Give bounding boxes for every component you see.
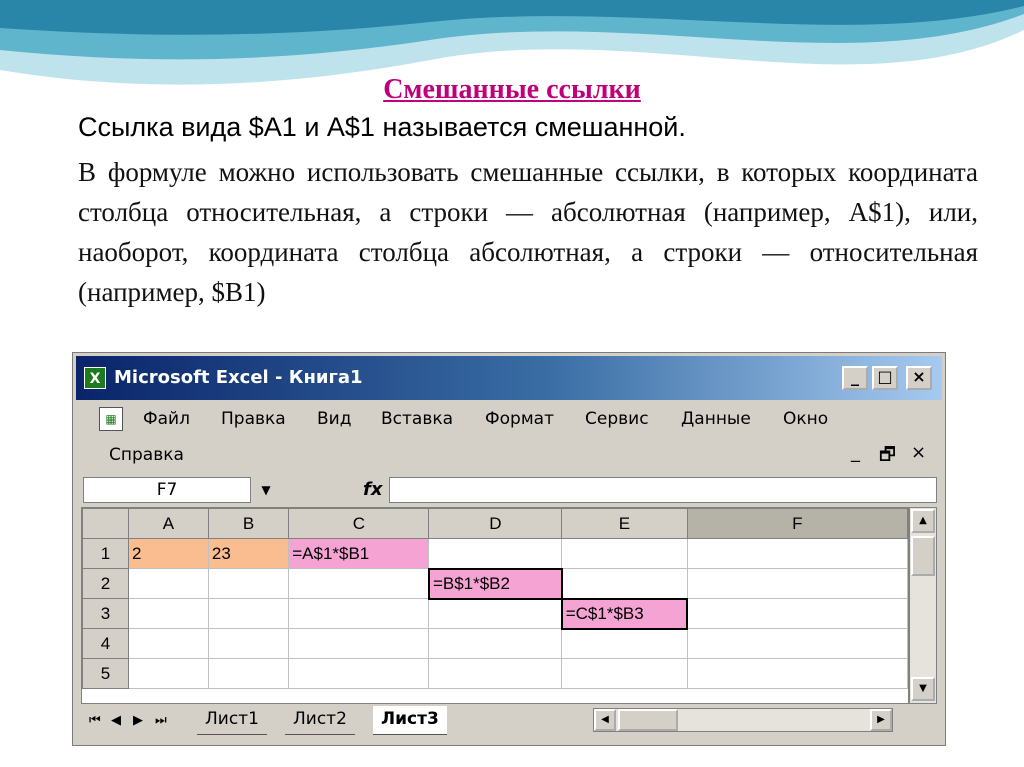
cell-d2[interactable]: =B$1*$B2 [427, 567, 563, 600]
mdi-restore-button[interactable]: 🗗 [879, 442, 896, 472]
cell-c2[interactable] [288, 568, 430, 599]
cell-d3[interactable] [428, 598, 563, 629]
vertical-scrollbar[interactable]: ▲ ▼ [909, 507, 937, 704]
column-header-a[interactable]: A [128, 508, 209, 539]
column-header-d[interactable]: D [428, 508, 563, 539]
tab-sheet2[interactable]: Лист2 [285, 706, 355, 735]
scroll-up-button[interactable]: ▲ [911, 509, 935, 533]
slide-paragraph: В формуле можно использовать смешанные с… [78, 157, 978, 307]
prev-sheet-button[interactable]: ◀ [111, 713, 121, 728]
minimize-button[interactable]: _ [842, 366, 868, 390]
row-header-3[interactable]: 3 [82, 598, 130, 629]
cell-e5[interactable] [561, 658, 688, 689]
cell-e2[interactable] [561, 568, 688, 599]
slide-title: Смешанные ссылки [383, 74, 641, 105]
sheet-tab-bar: ⏮ ◀ ▶ ⏭ Лист1 Лист2 Лист3 ◀ ▶ [81, 704, 937, 738]
title-bar[interactable]: X Microsoft Excel - Книга1 _ □ × [76, 356, 942, 400]
cell-c3[interactable] [288, 598, 430, 629]
cell-f3[interactable] [686, 598, 908, 629]
tab-sheet3[interactable]: Лист3 [373, 706, 447, 735]
row-header-1[interactable]: 1 [82, 538, 130, 569]
formula-input[interactable] [389, 477, 937, 503]
cell-d5[interactable] [428, 658, 563, 689]
next-sheet-button[interactable]: ▶ [133, 713, 143, 728]
menu-format[interactable]: Формат [485, 409, 554, 429]
menu-tools[interactable]: Сервис [585, 409, 649, 429]
close-button[interactable]: × [906, 366, 932, 390]
chevron-down-icon[interactable]: ▼ [255, 477, 277, 503]
cell-c4[interactable] [288, 628, 430, 659]
cell-d1[interactable] [428, 538, 563, 569]
tab-sheet1[interactable]: Лист1 [197, 706, 267, 735]
row-header-2[interactable]: 2 [82, 568, 130, 599]
cell-b2[interactable] [207, 568, 290, 599]
cell-a2[interactable] [128, 568, 209, 599]
column-header-e[interactable]: E [561, 508, 688, 539]
cell-e3[interactable]: =C$1*$B3 [560, 597, 689, 630]
cell-f5[interactable] [686, 658, 908, 689]
horizontal-scrollbar[interactable]: ◀ ▶ [593, 708, 893, 732]
mdi-minimize-button[interactable]: _ [851, 442, 860, 463]
sheet-grid: A B C D E F 1 2 23 =A$1*$B1 2 =B$1*$B2 3… [81, 507, 909, 704]
cell-c5[interactable] [288, 658, 430, 689]
excel-window: X Microsoft Excel - Книга1 _ □ × ▦ Файл … [72, 352, 946, 746]
menu-data[interactable]: Данные [681, 409, 751, 429]
maximize-button[interactable]: □ [872, 366, 898, 390]
cell-c1[interactable]: =A$1*$B1 [288, 538, 430, 569]
select-all-corner[interactable] [82, 508, 130, 539]
cell-b3[interactable] [207, 598, 290, 629]
cell-f1[interactable] [686, 538, 908, 569]
cell-a5[interactable] [128, 658, 209, 689]
scroll-left-button[interactable]: ◀ [594, 709, 616, 731]
menu-edit[interactable]: Правка [221, 409, 286, 429]
menu-file[interactable]: Файл [143, 409, 190, 429]
scroll-right-button[interactable]: ▶ [870, 709, 892, 731]
row-header-5[interactable]: 5 [82, 658, 130, 689]
menu-window[interactable]: Окно [783, 409, 828, 429]
sheet-table: A B C D E F 1 2 23 =A$1*$B1 2 =B$1*$B2 3… [82, 508, 908, 689]
menu-insert[interactable]: Вставка [381, 409, 453, 429]
last-sheet-button[interactable]: ⏭ [155, 713, 167, 728]
scroll-down-button[interactable]: ▼ [911, 677, 935, 701]
menu-bar: ▦ Файл Правка Вид Вставка Формат Сервис … [81, 403, 937, 481]
cell-a3[interactable] [128, 598, 209, 629]
scroll-thumb[interactable] [911, 536, 935, 576]
menu-help[interactable]: Справка [109, 445, 184, 465]
fx-icon[interactable]: fx [363, 477, 382, 503]
menu-view[interactable]: Вид [317, 409, 351, 429]
workbook-icon[interactable]: ▦ [99, 407, 123, 431]
column-header-f[interactable]: F [686, 508, 908, 539]
column-header-b[interactable]: B [207, 508, 290, 539]
cell-d4[interactable] [428, 628, 563, 659]
mdi-close-button[interactable]: × [911, 442, 926, 463]
cell-b1[interactable]: 23 [207, 538, 290, 569]
cell-a4[interactable] [128, 628, 209, 659]
cell-f2[interactable] [686, 568, 908, 599]
column-header-c[interactable]: C [288, 508, 430, 539]
cell-f4[interactable] [686, 628, 908, 659]
cell-e4[interactable] [561, 628, 688, 659]
window-title: Microsoft Excel - Книга1 [114, 367, 363, 388]
cell-e1[interactable] [561, 538, 688, 569]
hscroll-thumb[interactable] [618, 709, 678, 731]
name-box[interactable]: F7 [83, 477, 251, 503]
first-sheet-button[interactable]: ⏮ [89, 713, 101, 728]
excel-icon: X [84, 367, 106, 389]
slide-line1: Ссылка вида $A1 и A$1 называется смешанн… [78, 112, 686, 142]
cell-b4[interactable] [207, 628, 290, 659]
row-header-4[interactable]: 4 [82, 628, 130, 659]
cell-b5[interactable] [207, 658, 290, 689]
cell-a1[interactable]: 2 [128, 538, 209, 569]
